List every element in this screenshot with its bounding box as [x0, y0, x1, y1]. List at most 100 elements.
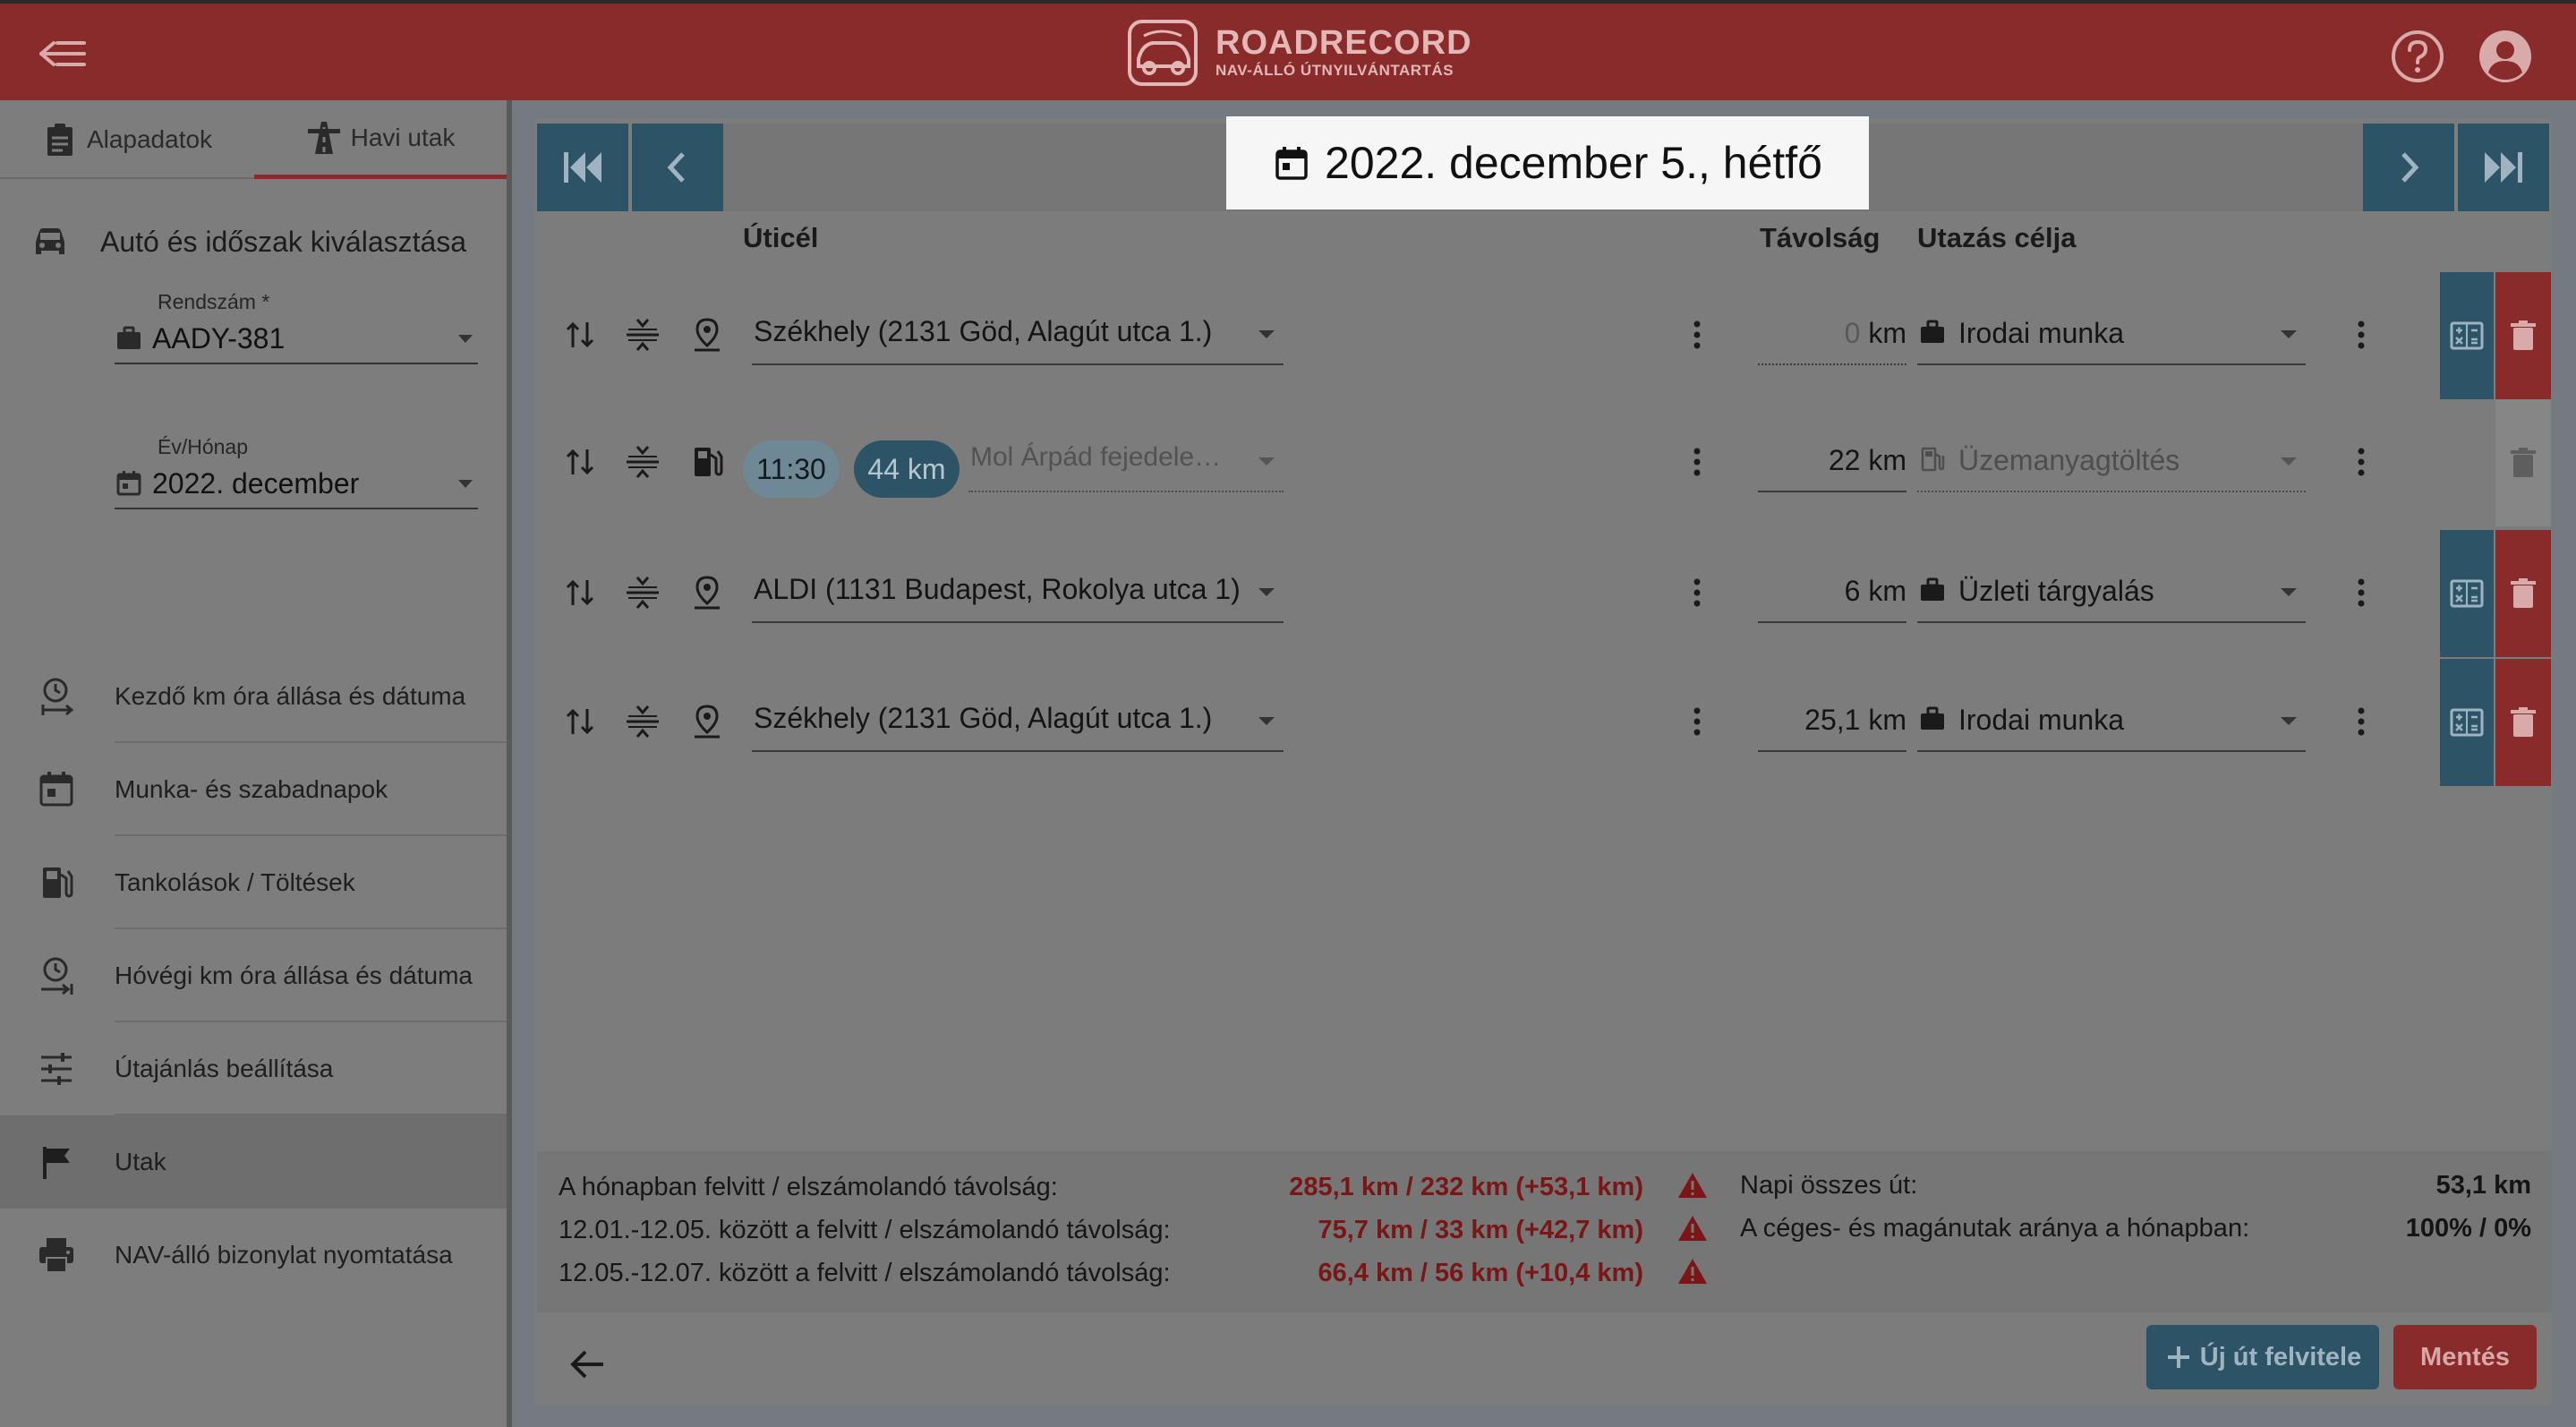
location-pin-icon [695, 318, 720, 352]
column-header-distance: Távolság [1760, 222, 1881, 253]
sidebar-item-workdays[interactable]: Munka- és szabadnapok [0, 743, 507, 836]
distance-summary: A hónapban felvitt / elszámolandó távols… [537, 1151, 2551, 1312]
more-vert-icon[interactable] [1679, 444, 1715, 480]
sidebar-item-trips[interactable]: Utak [0, 1115, 507, 1209]
sidebar-item-label: Kezdő km óra állása és dátuma [115, 682, 466, 710]
calculate-button[interactable] [2440, 659, 2494, 786]
chevron-down-icon [2281, 457, 2297, 466]
new-trip-button[interactable]: Új út felvitele [2146, 1325, 2379, 1389]
swap-vertical-icon[interactable] [562, 575, 598, 611]
chevron-left-icon [667, 152, 685, 183]
new-trip-label: Új út felvitele [2199, 1342, 2362, 1371]
sidebar-item-label: Utak [115, 1148, 166, 1175]
summary-value-warning: 75,7 km / 33 km (+42,7 km) [1318, 1216, 1643, 1244]
more-vert-icon[interactable] [2343, 704, 2379, 739]
distance-unit: km [1868, 444, 1906, 476]
distance-field[interactable]: 22 km [1758, 428, 1906, 492]
prev-day-button[interactable] [632, 124, 723, 211]
more-vert-icon[interactable] [1679, 317, 1715, 353]
destination-value: Székhely (2131 Göd, Alagút utca 1.) [754, 315, 1213, 347]
warning-icon [1678, 1216, 1707, 1241]
swap-vertical-icon[interactable] [562, 444, 598, 480]
sidebar-item-start-km[interactable]: Kezdő km óra állása és dátuma [0, 650, 507, 743]
purpose-select[interactable]: Irodai munka [1917, 688, 2306, 752]
split-trip-icon[interactable] [625, 317, 661, 353]
column-header-purpose: Utazás célja [1917, 222, 2077, 253]
tab-havi-utak[interactable]: Havi utak [254, 100, 507, 179]
destination-value: ALDI (1131 Budapest, Rokolya utca 1) [754, 573, 1241, 605]
briefcase-icon [1921, 320, 1944, 343]
destination-select[interactable]: Székhely (2131 Göd, Alagút utca 1.) [752, 688, 1284, 752]
distance-field[interactable]: 25,1 km [1758, 688, 1906, 752]
more-vert-icon[interactable] [2343, 575, 2379, 611]
split-trip-icon[interactable] [625, 704, 661, 739]
purpose-select[interactable]: Irodai munka [1917, 301, 2306, 365]
menu-collapse-icon[interactable] [38, 36, 88, 72]
distance-unit: km [1868, 317, 1906, 349]
chevron-down-icon [1258, 717, 1275, 725]
chevron-down-icon [2281, 717, 2297, 725]
trash-icon [2511, 707, 2536, 737]
sidebar-item-print[interactable]: NAV-álló bizonylat nyomtatása [0, 1209, 507, 1302]
sidebar-item-label: Hóvégi km óra állása és dátuma [115, 961, 473, 989]
swap-vertical-icon[interactable] [562, 317, 598, 353]
printer-icon [39, 1238, 73, 1273]
distance-unit: km [1868, 704, 1906, 736]
delete-button[interactable] [2495, 530, 2551, 657]
back-arrow-icon[interactable] [567, 1346, 607, 1382]
logo-title: ROADRECORD [1215, 24, 1472, 62]
destination-select[interactable]: Mol Árpád fejedelem útja (1036 Budapest,… [968, 428, 1284, 492]
help-icon[interactable] [2390, 29, 2445, 84]
calendar-icon [116, 471, 141, 496]
delete-button[interactable] [2495, 659, 2551, 786]
sidebar-item-route-settings[interactable]: Útajánlás beállítása [0, 1022, 507, 1115]
current-date-display[interactable]: 2022. december 5., hétfő [1226, 116, 1869, 209]
car-icon [36, 228, 64, 254]
clock-start-icon [41, 678, 74, 716]
trip-row: Székhely (2131 Göd, Alagút utca 1.) 25,1… [535, 659, 2551, 786]
chevron-down-icon[interactable] [453, 471, 478, 496]
daily-total-value: 53,1 km [2435, 1171, 2531, 1200]
summary-label: 12.01.-12.05. között a felvitt / elszámo… [559, 1216, 1171, 1244]
skip-first-icon [564, 152, 601, 183]
distance-field[interactable]: 6 km [1758, 559, 1906, 623]
km-chip[interactable]: 44 km [854, 440, 960, 498]
chevron-down-icon[interactable] [453, 326, 478, 351]
split-trip-icon[interactable] [625, 444, 661, 480]
time-chip[interactable]: 11:30 [743, 440, 840, 498]
more-vert-icon[interactable] [2343, 317, 2379, 353]
next-day-button[interactable] [2363, 124, 2454, 211]
chevron-right-icon [2401, 152, 2419, 183]
plate-field[interactable]: Rendszám * AADY-381 [115, 290, 478, 364]
summary-label: 12.05.-12.07. között a felvitt / elszámo… [559, 1259, 1171, 1287]
user-account-icon[interactable] [2478, 29, 2533, 84]
first-day-button[interactable] [537, 124, 628, 211]
sidebar-item-end-km[interactable]: Hóvégi km óra állása és dátuma [0, 929, 507, 1022]
more-vert-icon[interactable] [1679, 575, 1715, 611]
swap-vertical-icon[interactable] [562, 704, 598, 739]
distance-field[interactable]: 0 km [1758, 301, 1906, 365]
destination-select[interactable]: Székhely (2131 Göd, Alagút utca 1.) [752, 301, 1284, 365]
month-field[interactable]: Év/Hónap 2022. december [115, 435, 478, 509]
calculate-button[interactable] [2440, 530, 2494, 657]
split-trip-icon[interactable] [625, 575, 661, 611]
fuel-station-icon [695, 448, 723, 476]
purpose-select[interactable]: Üzemanyagtöltés [1917, 428, 2306, 492]
month-field-label: Év/Hónap [158, 435, 249, 458]
chevron-down-icon [2281, 588, 2297, 596]
tab-alapadatok[interactable]: Alapadatok [0, 100, 254, 179]
plate-field-label: Rendszám * [158, 290, 270, 313]
delete-button[interactable] [2495, 272, 2551, 399]
column-header-destination: Úticél [743, 222, 819, 253]
destination-select[interactable]: ALDI (1131 Budapest, Rokolya utca 1) [752, 559, 1284, 623]
last-day-button[interactable] [2458, 124, 2549, 211]
delete-button-disabled [2495, 399, 2551, 526]
more-vert-icon[interactable] [1679, 704, 1715, 739]
clipboard-icon [47, 124, 73, 156]
purpose-select[interactable]: Üzleti tárgyalás [1917, 559, 2306, 623]
calculate-button[interactable] [2440, 272, 2494, 399]
sidebar-item-refuel[interactable]: Tankolások / Töltések [0, 836, 507, 929]
save-button[interactable]: Mentés [2393, 1325, 2537, 1389]
calculator-icon [2450, 579, 2484, 608]
more-vert-icon[interactable] [2343, 444, 2379, 480]
